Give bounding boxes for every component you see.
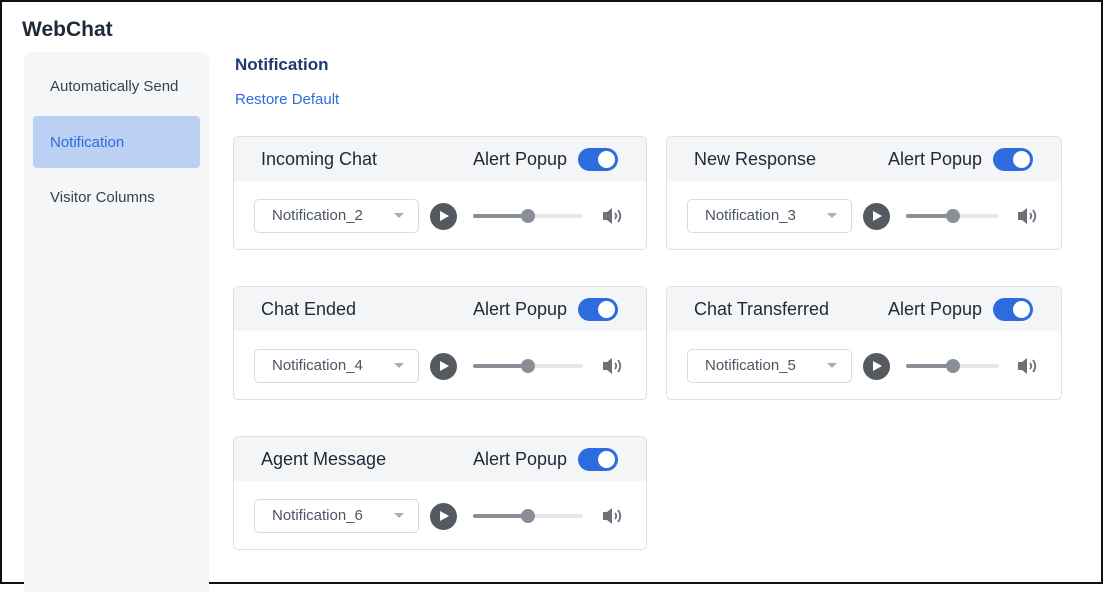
card-title: Incoming Chat [261, 149, 378, 169]
chevron-down-icon [394, 363, 404, 368]
card-title: Chat Transferred [694, 299, 830, 319]
notification-card-agent-message: Agent Message Alert Popup Notification_6 [233, 436, 647, 550]
sound-select-value: Notification_4 [272, 357, 363, 374]
sound-select[interactable]: Notification_6 [254, 499, 419, 533]
notification-card-new-response: New Response Alert Popup Notification_3 [666, 136, 1062, 250]
volume-slider[interactable] [473, 509, 583, 523]
alert-popup-label: Alert Popup [473, 149, 568, 169]
sidebar-item-label: Automatically Send [50, 77, 179, 95]
section-title: Notification [235, 55, 329, 74]
app-window: WebChat Automatically Send Notification … [0, 0, 1103, 592]
alert-popup-toggle[interactable] [578, 448, 618, 471]
card-header: New Response Alert Popup [667, 137, 1061, 181]
notification-card-chat-transferred: Chat Transferred Alert Popup Notificatio… [666, 286, 1062, 400]
alert-popup-toggle[interactable] [578, 298, 618, 321]
sound-select-value: Notification_6 [272, 507, 363, 524]
play-icon[interactable] [430, 203, 457, 230]
volume-icon[interactable] [1016, 355, 1040, 377]
toggle-knob [598, 451, 615, 468]
slider-thumb[interactable] [521, 359, 535, 373]
toggle-knob [1013, 151, 1030, 168]
sound-select[interactable]: Notification_2 [254, 199, 419, 233]
card-header: Chat Ended Alert Popup [234, 287, 646, 331]
slider-fill [473, 364, 528, 368]
card-title: Agent Message [261, 449, 387, 469]
sound-select-value: Notification_2 [272, 207, 363, 224]
volume-slider[interactable] [473, 209, 583, 223]
sound-select[interactable]: Notification_3 [687, 199, 852, 233]
card-title: New Response [694, 149, 817, 169]
sidebar-item-notification[interactable]: Notification [33, 116, 200, 168]
alert-popup-label: Alert Popup [473, 449, 568, 469]
alert-popup-label: Alert Popup [888, 149, 983, 169]
slider-thumb[interactable] [521, 509, 535, 523]
chevron-down-icon [827, 363, 837, 368]
chevron-down-icon [394, 513, 404, 518]
volume-slider[interactable] [473, 359, 583, 373]
slider-thumb[interactable] [521, 209, 535, 223]
volume-slider[interactable] [906, 359, 999, 373]
alert-popup-toggle[interactable] [993, 148, 1033, 171]
sidebar-item-visitor-columns[interactable]: Visitor Columns [33, 171, 200, 223]
volume-slider[interactable] [906, 209, 999, 223]
volume-icon[interactable] [601, 205, 625, 227]
alert-popup-toggle[interactable] [993, 298, 1033, 321]
chevron-down-icon [827, 213, 837, 218]
sidebar-item-automatically-send[interactable]: Automatically Send [33, 60, 200, 112]
sidebar-item-label: Notification [50, 133, 125, 151]
volume-icon[interactable] [1016, 205, 1040, 227]
slider-fill [473, 514, 528, 518]
card-header: Incoming Chat Alert Popup [234, 137, 646, 181]
notification-card-incoming-chat: Incoming Chat Alert Popup Notification_2 [233, 136, 647, 250]
sound-select[interactable]: Notification_5 [687, 349, 852, 383]
slider-thumb[interactable] [945, 359, 960, 373]
play-icon[interactable] [430, 503, 457, 530]
restore-default-link[interactable]: Restore Default [235, 91, 339, 108]
play-icon[interactable] [430, 353, 457, 380]
play-icon[interactable] [863, 353, 890, 380]
alert-popup-label: Alert Popup [888, 299, 983, 319]
volume-icon[interactable] [601, 505, 625, 527]
toggle-knob [598, 301, 615, 318]
notification-card-chat-ended: Chat Ended Alert Popup Notification_4 [233, 286, 647, 400]
sound-select-value: Notification_3 [705, 207, 796, 224]
toggle-knob [598, 151, 615, 168]
card-header: Agent Message Alert Popup [234, 437, 646, 481]
card-title: Chat Ended [261, 299, 357, 319]
sound-select-value: Notification_5 [705, 357, 796, 374]
sound-select[interactable]: Notification_4 [254, 349, 419, 383]
app-title: WebChat [22, 18, 113, 41]
alert-popup-toggle[interactable] [578, 148, 618, 171]
slider-fill [473, 214, 528, 218]
sidebar: Automatically Send Notification Visitor … [24, 52, 209, 592]
volume-icon[interactable] [601, 355, 625, 377]
chevron-down-icon [394, 213, 404, 218]
play-icon[interactable] [863, 203, 890, 230]
toggle-knob [1013, 301, 1030, 318]
sidebar-item-label: Visitor Columns [50, 188, 155, 206]
slider-thumb[interactable] [945, 209, 960, 223]
alert-popup-label: Alert Popup [473, 299, 568, 319]
card-header: Chat Transferred Alert Popup [667, 287, 1061, 331]
